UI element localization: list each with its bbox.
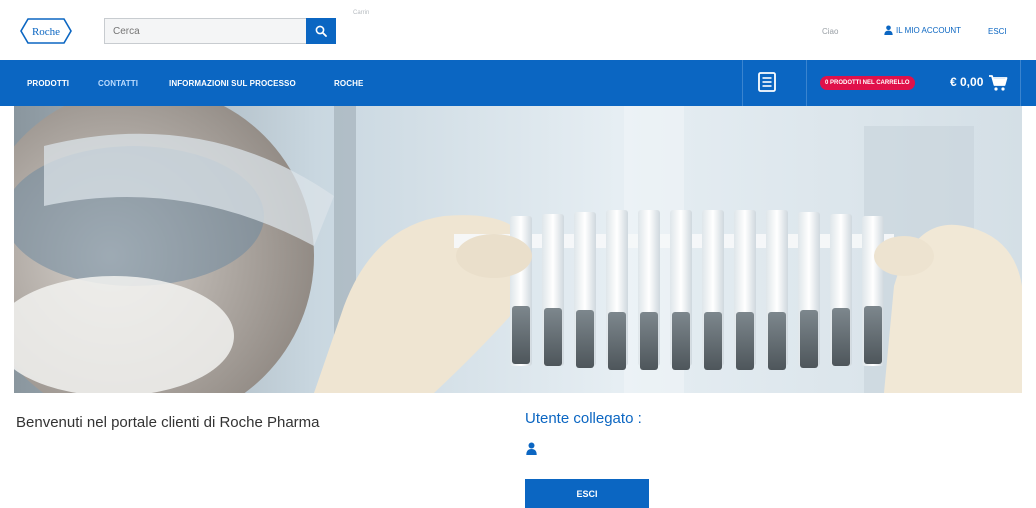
cart-count-badge[interactable]: 0 PRODOTTI NEL CARRELLO bbox=[820, 76, 915, 90]
logo-text: Roche bbox=[32, 26, 60, 38]
hero-image bbox=[14, 106, 1022, 393]
cart-total[interactable]: € 0,00 bbox=[950, 75, 983, 89]
roche-logo[interactable]: Roche bbox=[20, 18, 72, 44]
nav-divider bbox=[806, 60, 807, 106]
nav-item-contatti[interactable]: CONTATTI bbox=[98, 60, 138, 106]
nav-item-roche[interactable]: ROCHE bbox=[334, 60, 363, 106]
logged-user-heading: Utente collegato : bbox=[525, 410, 642, 427]
search-icon bbox=[315, 25, 327, 37]
main-nav: PRODOTTI CONTATTI INFORMAZIONI SUL PROCE… bbox=[0, 60, 1036, 106]
search-input[interactable] bbox=[104, 18, 306, 44]
greeting-text: Ciao bbox=[822, 27, 839, 36]
user-icon bbox=[526, 442, 537, 455]
logout-link[interactable]: ESCI bbox=[988, 27, 1007, 36]
hero-lab-illustration bbox=[14, 106, 1022, 393]
welcome-text: Benvenuti nel portale clienti di Roche P… bbox=[16, 414, 320, 431]
nav-item-prodotti[interactable]: PRODOTTI bbox=[27, 60, 69, 106]
order-list-icon[interactable] bbox=[758, 72, 776, 92]
my-account-label: IL MIO ACCOUNT bbox=[896, 25, 962, 35]
cart-icon[interactable] bbox=[988, 74, 1008, 92]
user-icon bbox=[884, 25, 893, 35]
nav-divider bbox=[1020, 60, 1021, 106]
logout-button[interactable]: ESCI bbox=[525, 479, 649, 508]
search-button[interactable] bbox=[306, 18, 336, 44]
top-header: Roche Carrin Ciao IL MIO ACCOUNT ESCI bbox=[0, 0, 1036, 60]
my-account-link[interactable]: IL MIO ACCOUNT bbox=[884, 25, 961, 35]
nav-divider bbox=[742, 60, 743, 106]
small-label: Carrin bbox=[353, 10, 370, 16]
nav-item-informazioni[interactable]: INFORMAZIONI SUL PROCESSO bbox=[169, 60, 296, 106]
